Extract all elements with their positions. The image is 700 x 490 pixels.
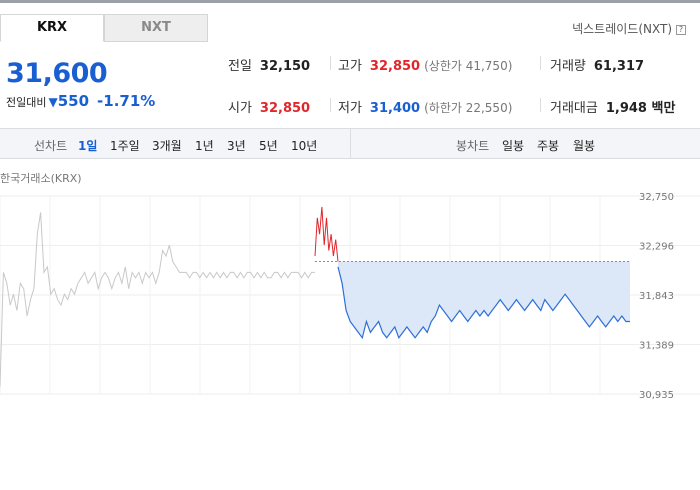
y-axis-labels: 32,750 32,296 31,843 31,389 30,935 xyxy=(639,192,674,400)
stat-prev-close: 전일 32,150 xyxy=(228,55,310,74)
current-price: 31,600 xyxy=(6,58,108,89)
below-prev-close-area xyxy=(338,261,630,338)
nxt-link-label: 넥스트레이드(NXT) xyxy=(572,22,672,36)
change-amount: 550 xyxy=(57,92,90,110)
stat-value: 31,400 xyxy=(369,101,421,116)
price-change: 전일대비 ▼550 -1.71% xyxy=(6,92,155,110)
period-1w[interactable]: 1주일 xyxy=(110,137,140,154)
candle-daily[interactable]: 일봉 xyxy=(502,137,524,154)
period-1d[interactable]: 1일 xyxy=(78,137,97,154)
stat-label: 거래량 xyxy=(550,59,586,74)
period-1y[interactable]: 1년 xyxy=(195,137,214,154)
period-10y[interactable]: 10년 xyxy=(291,137,317,154)
candle-chart-label: 봉차트 xyxy=(456,139,490,153)
y-tick-label: 32,296 xyxy=(639,242,674,253)
candle-weekly[interactable]: 주봉 xyxy=(537,137,559,154)
y-tick-label: 32,750 xyxy=(639,192,674,203)
stat-high: 고가 32,850 (상한가 41,750) xyxy=(338,55,512,74)
divider xyxy=(330,56,331,70)
divider xyxy=(540,98,541,112)
stat-label: 저가 xyxy=(338,101,362,116)
help-icon[interactable]: ? xyxy=(676,25,686,35)
stat-label: 고가 xyxy=(338,59,362,74)
stat-trade-value: 거래대금 1,948 백만 xyxy=(550,97,675,116)
rising-line xyxy=(314,206,339,262)
divider xyxy=(330,98,331,112)
stat-value: 1,948 백만 xyxy=(605,101,676,116)
down-triangle-icon: ▼ xyxy=(48,95,58,109)
stat-label: 거래대금 xyxy=(550,101,598,116)
stat-value: 32,850 xyxy=(259,101,311,116)
history-line xyxy=(0,212,315,387)
lower-limit: (하한가 22,550) xyxy=(424,101,513,115)
stat-label: 시가 xyxy=(228,101,252,116)
period-toolbar: 선차트 1일 1주일 3개월 1년 3년 5년 10년 봉차트 일봉 주봉 월봉 xyxy=(0,128,700,159)
y-tick-label: 30,935 xyxy=(639,390,674,400)
period-3m[interactable]: 3개월 xyxy=(152,137,182,154)
period-5y[interactable]: 5년 xyxy=(259,137,278,154)
candle-monthly[interactable]: 월봉 xyxy=(573,137,595,154)
tab-krx[interactable]: KRX xyxy=(0,14,104,42)
change-percent: -1.71% xyxy=(97,92,156,110)
price-chart[interactable]: 32,750 32,296 31,843 31,389 30,935 xyxy=(0,185,700,400)
divider xyxy=(540,56,541,70)
period-3y[interactable]: 3년 xyxy=(227,137,246,154)
top-border xyxy=(0,0,700,3)
stat-open: 시가 32,850 xyxy=(228,97,310,116)
change-label: 전일대비 xyxy=(6,96,47,109)
y-tick-label: 31,389 xyxy=(639,341,674,352)
stat-low: 저가 31,400 (하한가 22,550) xyxy=(338,97,512,116)
stat-value: 61,317 xyxy=(593,59,645,74)
stat-volume: 거래량 61,317 xyxy=(550,55,644,74)
line-chart-label: 선차트 xyxy=(34,139,68,153)
toolbar-divider xyxy=(350,129,351,158)
stat-label: 전일 xyxy=(228,59,252,74)
tab-nxt[interactable]: NXT xyxy=(104,14,208,42)
upper-limit: (상한가 41,750) xyxy=(424,59,513,73)
stat-value: 32,850 xyxy=(369,59,421,74)
market-label: 한국거래소(KRX) xyxy=(0,172,82,185)
nxt-info-link[interactable]: 넥스트레이드(NXT)? xyxy=(572,20,686,37)
stat-value: 32,150 xyxy=(259,59,311,74)
y-tick-label: 31,843 xyxy=(639,291,674,302)
